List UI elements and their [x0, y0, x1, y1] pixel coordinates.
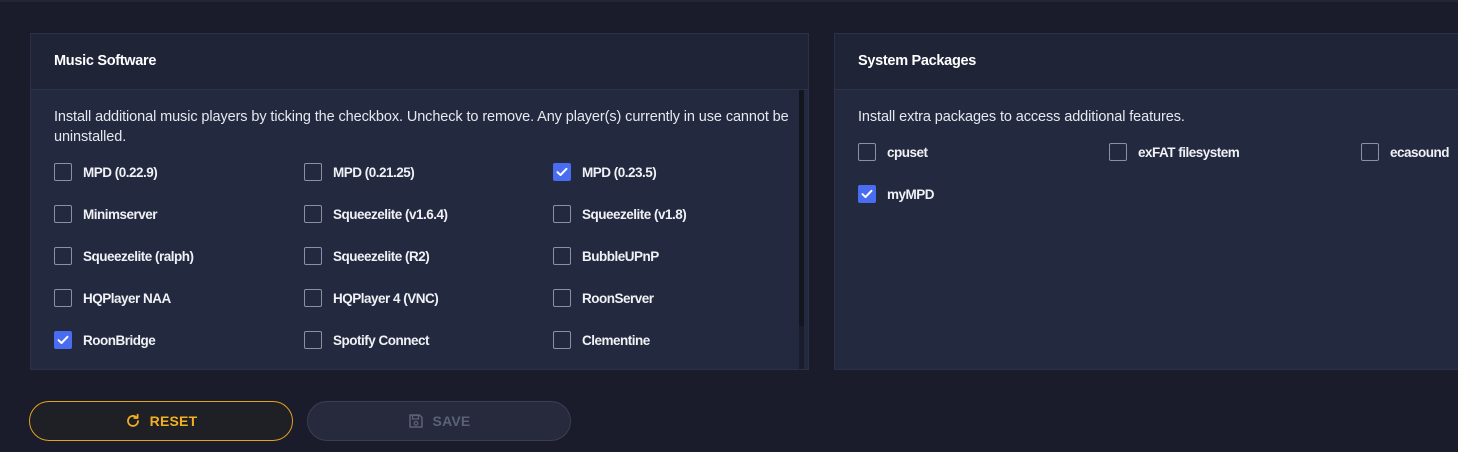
save-button[interactable]: SAVE	[307, 401, 571, 441]
option-hqplayer-4-vnc[interactable]: HQPlayer 4 (VNC)	[304, 287, 439, 309]
scrollbar-thumb[interactable]	[799, 90, 804, 326]
checkbox[interactable]	[304, 247, 322, 265]
system-packages-title: System Packages	[858, 53, 977, 69]
scrollbar[interactable]	[799, 90, 804, 369]
option-cpuset[interactable]: cpuset	[858, 141, 928, 163]
option-squeezelite-r2[interactable]: Squeezelite (R2)	[304, 245, 430, 267]
checkbox[interactable]	[1361, 143, 1379, 161]
option-label: Minimserver	[83, 206, 158, 222]
option-squeezelite-v1-8[interactable]: Squeezelite (v1.8)	[553, 203, 687, 225]
option-mympd[interactable]: myMPD	[858, 183, 935, 205]
checkbox[interactable]	[54, 331, 72, 349]
option-mpd-0-23-5[interactable]: MPD (0.23.5)	[553, 161, 657, 183]
option-mpd-0-21-25[interactable]: MPD (0.21.25)	[304, 161, 415, 183]
music-software-header: Music Software	[31, 34, 808, 90]
save-label: SAVE	[432, 413, 471, 429]
checkbox[interactable]	[54, 163, 72, 181]
option-spotify-connect[interactable]: Spotify Connect	[304, 329, 430, 351]
option-squeezelite-v1-6-4[interactable]: Squeezelite (v1.6.4)	[304, 203, 448, 225]
checkbox[interactable]	[54, 289, 72, 307]
checkbox[interactable]	[54, 205, 72, 223]
option-label: HQPlayer 4 (VNC)	[333, 290, 439, 306]
option-label: Squeezelite (v1.6.4)	[333, 206, 448, 222]
checkbox[interactable]	[858, 143, 876, 161]
system-packages-header: System Packages	[835, 34, 1458, 90]
option-label: myMPD	[887, 186, 935, 202]
option-label: RoonServer	[582, 290, 654, 306]
option-label: Clementine	[582, 332, 650, 348]
option-label: Squeezelite (v1.8)	[582, 206, 687, 222]
checkbox[interactable]	[858, 185, 876, 203]
option-label: Spotify Connect	[333, 332, 430, 348]
checkbox[interactable]	[304, 289, 322, 307]
checkbox[interactable]	[304, 331, 322, 349]
music-software-title: Music Software	[54, 53, 157, 69]
floppy-disk-icon	[408, 413, 424, 429]
option-roonbridge[interactable]: RoonBridge	[54, 329, 156, 351]
music-software-panel: Music Software Install additional music …	[30, 33, 809, 370]
top-divider	[0, 0, 1458, 2]
music-software-description: Install additional music players by tick…	[54, 109, 789, 145]
option-label: MPD (0.21.25)	[333, 164, 415, 180]
checkbox[interactable]	[553, 289, 571, 307]
checkmark-icon	[556, 167, 568, 176]
reset-label: RESET	[149, 413, 198, 429]
option-label: RoonBridge	[83, 332, 156, 348]
refresh-icon	[125, 413, 141, 429]
option-label: Squeezelite (R2)	[333, 248, 430, 264]
option-clementine[interactable]: Clementine	[553, 329, 650, 351]
option-roonserver[interactable]: RoonServer	[553, 287, 654, 309]
option-label: HQPlayer NAA	[83, 290, 171, 306]
checkbox[interactable]	[304, 205, 322, 223]
option-hqplayer-naa[interactable]: HQPlayer NAA	[54, 287, 171, 309]
option-label: Squeezelite (ralph)	[83, 248, 194, 264]
reset-button[interactable]: RESET	[29, 401, 293, 441]
system-packages-panel: System Packages Install extra packages t…	[834, 33, 1458, 370]
option-squeezelite-ralph[interactable]: Squeezelite (ralph)	[54, 245, 194, 267]
checkbox[interactable]	[553, 163, 571, 181]
checkmark-icon	[57, 335, 69, 344]
checkbox[interactable]	[1109, 143, 1127, 161]
option-label: MPD (0.22.9)	[83, 164, 158, 180]
option-exfat-filesystem[interactable]: exFAT filesystem	[1109, 141, 1240, 163]
option-label: cpuset	[887, 144, 928, 160]
checkbox[interactable]	[54, 247, 72, 265]
option-label: ecasound	[1390, 144, 1450, 160]
checkbox[interactable]	[553, 205, 571, 223]
option-label: BubbleUPnP	[582, 248, 659, 264]
option-minimserver[interactable]: Minimserver	[54, 203, 158, 225]
option-bubbleupnp[interactable]: BubbleUPnP	[553, 245, 659, 267]
system-packages-description: Install extra packages to access additio…	[858, 109, 1185, 125]
option-mpd-0-22-9[interactable]: MPD (0.22.9)	[54, 161, 158, 183]
option-ecasound[interactable]: ecasound	[1361, 141, 1450, 163]
checkbox[interactable]	[553, 247, 571, 265]
option-label: exFAT filesystem	[1138, 144, 1240, 160]
checkbox[interactable]	[553, 331, 571, 349]
checkmark-icon	[861, 189, 873, 198]
option-label: MPD (0.23.5)	[582, 164, 657, 180]
checkbox[interactable]	[304, 163, 322, 181]
